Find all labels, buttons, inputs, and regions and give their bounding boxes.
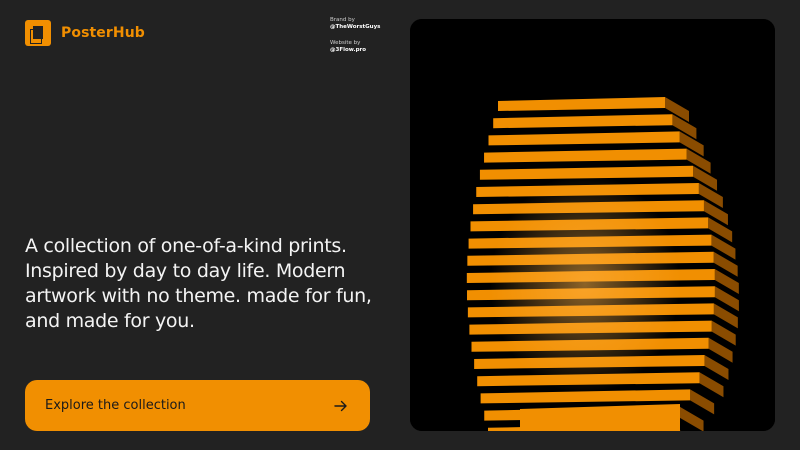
website-credit-label: Website by (330, 39, 361, 46)
brand-credit: Brand by @TheWorstGuys (330, 17, 380, 32)
poster-logo-icon (25, 20, 51, 46)
brand-credit-label: Brand by (330, 17, 355, 23)
brand-logo[interactable]: PosterHub (25, 20, 145, 46)
brand-credit-link[interactable]: @TheWorstGuys (330, 24, 380, 31)
explore-collection-label: Explore the collection (45, 398, 186, 413)
featured-poster-image[interactable] (410, 19, 775, 431)
website-credit: Website by @3Flow.pro (330, 40, 380, 55)
tower-artwork (410, 19, 775, 431)
hero-tagline: A collection of one-of-a-kind prints. In… (25, 235, 372, 332)
arrow-right-icon (334, 400, 347, 411)
website-credit-link[interactable]: @3Flow.pro (330, 47, 380, 54)
credits: Brand by @TheWorstGuys Website by @3Flow… (330, 17, 380, 63)
brand-name: PosterHub (61, 25, 145, 41)
explore-collection-button[interactable]: Explore the collection (25, 380, 370, 431)
